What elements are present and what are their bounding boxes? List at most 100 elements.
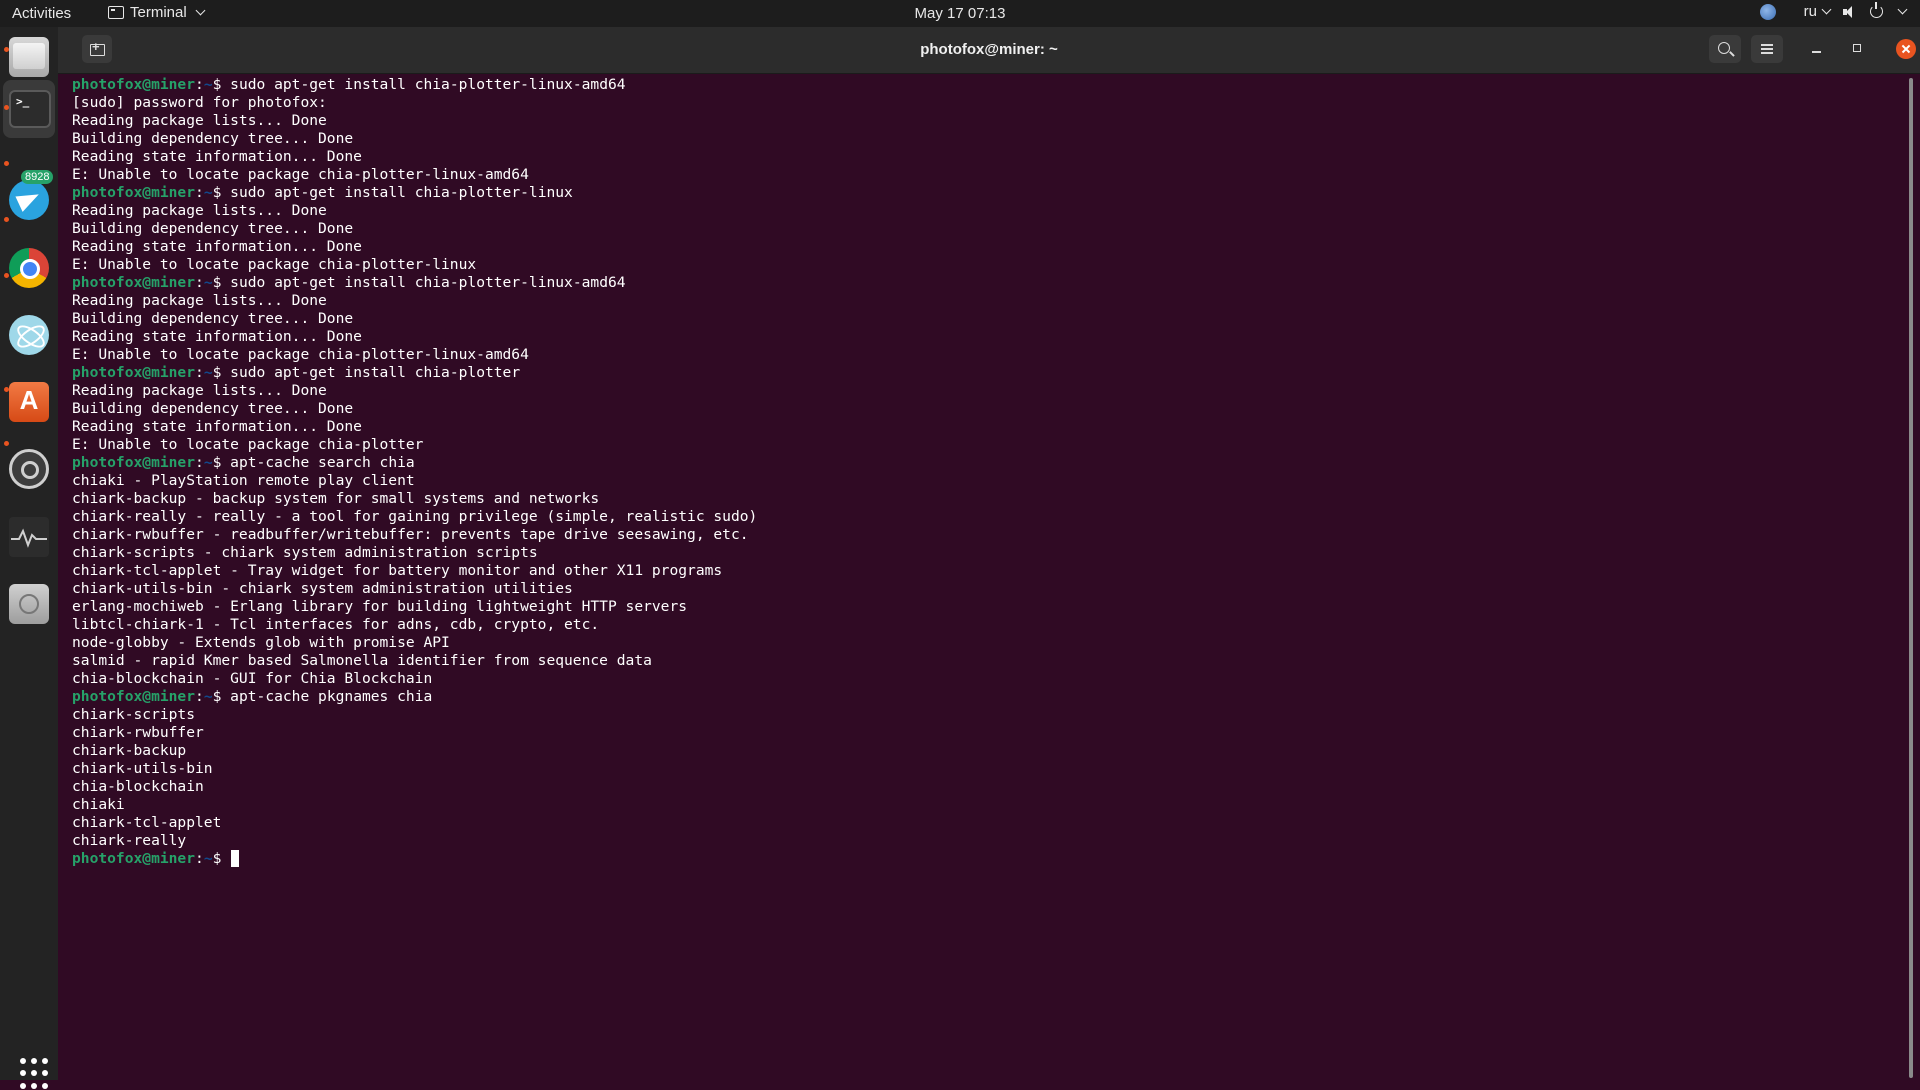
- prompt-dir: ~: [203, 274, 213, 291]
- command-line: photofox@miner:~$: [72, 850, 1892, 868]
- output-line: Reading package lists... Done: [72, 112, 327, 129]
- running-indicator: [4, 217, 9, 222]
- app-store-glyph: A: [19, 385, 39, 415]
- output-line: chiark-tcl-applet - Tray widget for batt…: [72, 562, 723, 579]
- prompt-user: photofox@miner: [72, 364, 196, 381]
- prompt-dir: ~: [203, 76, 213, 93]
- output-line: Reading package lists... Done: [72, 292, 327, 309]
- command-line: photofox@miner:~$ sudo apt-get install c…: [72, 184, 1892, 202]
- output-line: chiark-backup - backup system for small …: [72, 490, 600, 507]
- output-line: chiark-rwbuffer: [72, 724, 204, 741]
- output-line: chiaki - PlayStation remote play client: [72, 472, 415, 489]
- output-line: Building dependency tree... Done: [72, 220, 354, 237]
- prompt-separator: :: [195, 688, 204, 705]
- output-line: chiark-tcl-applet: [72, 814, 222, 831]
- prompt-user: photofox@miner: [72, 688, 196, 705]
- window-header: photofox@miner: ~: [58, 27, 1920, 74]
- output-line: erlang-mochiweb - Erlang library for bui…: [72, 598, 688, 615]
- prompt-dir: ~: [203, 454, 213, 471]
- prompt-user: photofox@miner: [72, 184, 196, 201]
- window-title: photofox@miner: ~: [920, 41, 1058, 58]
- output-line: chia-blockchain - GUI for Chia Blockchai…: [72, 670, 433, 687]
- scrollbar[interactable]: [1909, 78, 1913, 1078]
- system-monitor-icon[interactable]: [9, 517, 49, 557]
- output-line: Reading state information... Done: [72, 328, 362, 345]
- command-line: photofox@miner:~$ sudo apt-get install c…: [72, 364, 1892, 382]
- output-line: Building dependency tree... Done: [72, 400, 354, 417]
- output-line: E: Unable to locate package chia-plotter…: [72, 166, 529, 183]
- text-cursor: [231, 850, 240, 867]
- prompt-separator: :: [195, 274, 204, 291]
- command-text: $: [212, 850, 231, 867]
- app-store-icon[interactable]: A: [9, 382, 49, 422]
- command-line: photofox@miner:~$ apt-cache pkgnames chi…: [72, 688, 1892, 706]
- settings-icon[interactable]: [9, 449, 49, 489]
- command-text: $ apt-cache pkgnames chia: [212, 688, 433, 705]
- output-line: chia-blockchain: [72, 778, 204, 795]
- output-line: chiark-scripts: [72, 706, 196, 723]
- power-icon[interactable]: [1870, 2, 1883, 18]
- output-line: chiark-utils-bin: [72, 760, 213, 777]
- terminal-icon[interactable]: >_: [9, 90, 51, 128]
- prompt-user: photofox@miner: [72, 454, 196, 471]
- chevron-down-icon: [1821, 4, 1832, 15]
- output-line: Building dependency tree... Done: [72, 130, 354, 147]
- output-line: chiark-really: [72, 832, 187, 849]
- clock[interactable]: May 17 07:13: [0, 5, 1920, 22]
- chevron-down-icon[interactable]: [1897, 4, 1908, 15]
- output-line: chiark-rwbuffer - readbuffer/writebuffer…: [72, 526, 749, 543]
- prompt-dir: ~: [203, 850, 213, 867]
- output-line: chiark-utils-bin - chiark system adminis…: [72, 580, 573, 597]
- pulse-line-icon: [11, 528, 47, 548]
- command-text: $ sudo apt-get install chia-plotter-linu…: [212, 274, 626, 291]
- disks-icon[interactable]: [9, 584, 49, 624]
- running-indicator: [4, 273, 9, 278]
- atom-icon[interactable]: [9, 315, 49, 355]
- telegram-icon[interactable]: [9, 180, 49, 220]
- minimize-button[interactable]: [1810, 41, 1824, 55]
- command-text: $ sudo apt-get install chia-plotter: [212, 364, 521, 381]
- command-text: $ apt-cache search chia: [212, 454, 415, 471]
- command-text: $ sudo apt-get install chia-plotter-linu…: [212, 76, 626, 93]
- command-line: photofox@miner:~$ sudo apt-get install c…: [72, 274, 1892, 292]
- prompt-separator: :: [195, 184, 204, 201]
- output-line: salmid - rapid Kmer based Salmonella ide…: [72, 652, 652, 669]
- prompt-dir: ~: [203, 364, 213, 381]
- prompt-user: photofox@miner: [72, 850, 196, 867]
- chrome-icon[interactable]: [9, 248, 49, 288]
- prompt-separator: :: [195, 454, 204, 471]
- output-line: [sudo] password for photofox:: [72, 94, 327, 111]
- output-line: Building dependency tree... Done: [72, 310, 354, 327]
- keyboard-layout-indicator[interactable]: ru: [1804, 3, 1832, 20]
- command-line: photofox@miner:~$ sudo apt-get install c…: [72, 76, 1892, 94]
- running-indicator: [4, 161, 9, 166]
- maximize-button[interactable]: [1850, 41, 1864, 55]
- running-indicator: [4, 387, 9, 392]
- output-line: node-globby - Extends glob with promise …: [72, 634, 450, 651]
- show-apps-icon[interactable]: [20, 1058, 52, 1090]
- output-line: chiark-really - really - a tool for gain…: [72, 508, 758, 525]
- close-button[interactable]: [1896, 39, 1916, 59]
- search-button[interactable]: [1709, 35, 1741, 63]
- output-line: Reading state information... Done: [72, 418, 362, 435]
- telegram-unread-badge: 8928: [21, 170, 54, 184]
- files-icon[interactable]: [9, 37, 49, 77]
- output-line: Reading state information... Done: [72, 238, 362, 255]
- prompt-separator: :: [195, 76, 204, 93]
- system-tray[interactable]: ru: [1759, 2, 1908, 20]
- output-line: E: Unable to locate package chia-plotter…: [72, 256, 477, 273]
- output-line: chiaki: [72, 796, 125, 813]
- output-line: Reading package lists... Done: [72, 202, 327, 219]
- prompt-user: photofox@miner: [72, 76, 196, 93]
- output-line: E: Unable to locate package chia-plotter: [72, 436, 424, 453]
- output-line: Reading package lists... Done: [72, 382, 327, 399]
- hamburger-menu-button[interactable]: [1751, 35, 1783, 63]
- output-line: chiark-backup: [72, 742, 187, 759]
- globe-icon[interactable]: [1759, 3, 1776, 20]
- dock: >_ A: [0, 27, 58, 1089]
- output-line: chiark-scripts - chiark system administr…: [72, 544, 538, 561]
- output-line: libtcl-chiark-1 - Tcl interfaces for adn…: [72, 616, 600, 633]
- volume-icon[interactable]: [1842, 4, 1858, 20]
- running-indicator: [4, 441, 9, 446]
- terminal-output[interactable]: photofox@miner:~$ sudo apt-get install c…: [72, 76, 1892, 1076]
